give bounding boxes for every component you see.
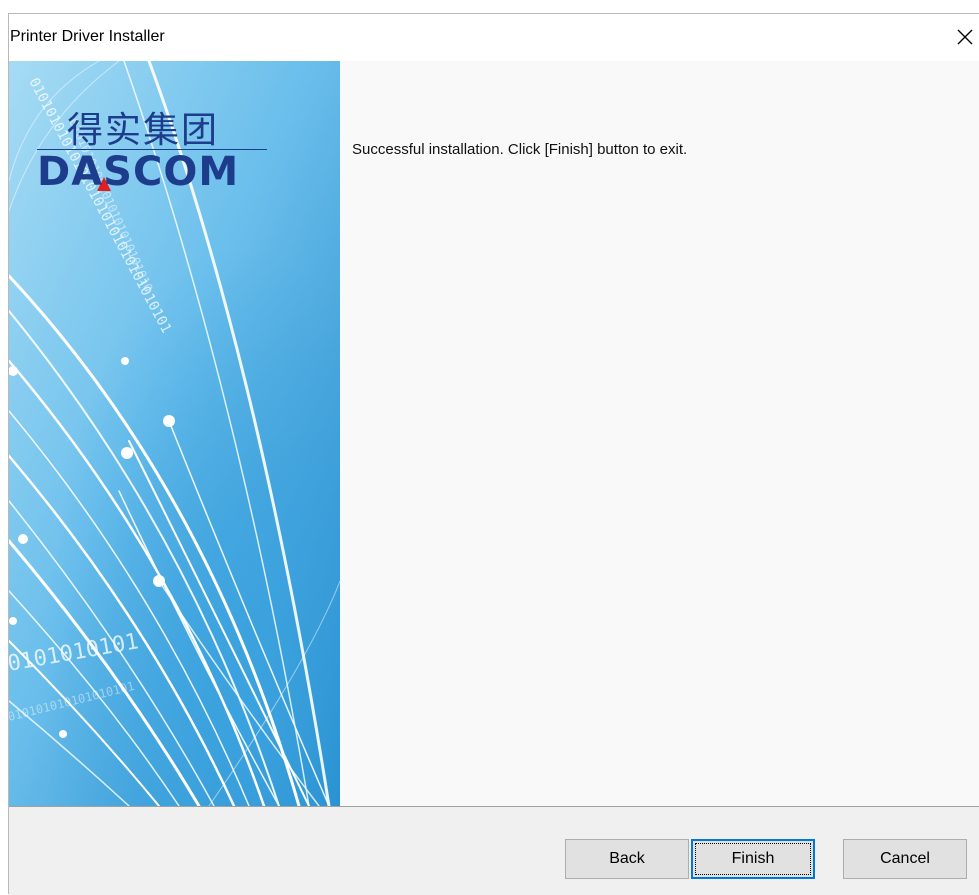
focus-rectangle <box>695 843 811 875</box>
content-panel: Successful installation. Click [Finish] … <box>340 61 979 806</box>
close-button[interactable] <box>949 14 979 61</box>
back-button[interactable]: Back <box>565 839 689 879</box>
close-icon <box>957 29 973 45</box>
cancel-button[interactable]: Cancel <box>843 839 967 879</box>
success-message: Successful installation. Click [Finish] … <box>352 141 688 158</box>
finish-button[interactable]: Finish <box>691 839 815 879</box>
logo-dascom-text: DASCOM <box>37 149 240 195</box>
side-banner-image: 0101010101010101010101010101010101 01010… <box>9 61 340 806</box>
title-bar: Printer Driver Installer <box>9 14 979 61</box>
installer-window: Printer Driver Installer 010101010101010… <box>8 13 979 895</box>
logo-chinese-text: 得实集团 <box>67 110 220 151</box>
window-title: Printer Driver Installer <box>10 28 165 45</box>
button-bar: Back Finish Cancel <box>9 807 979 895</box>
